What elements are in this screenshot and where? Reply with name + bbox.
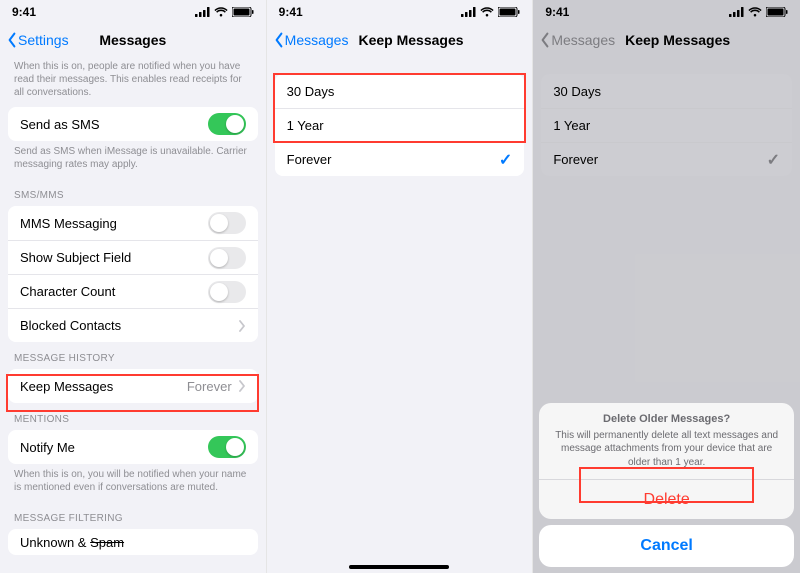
cellular-icon bbox=[195, 7, 210, 17]
blocked-contacts-row[interactable]: Blocked Contacts bbox=[8, 308, 258, 342]
nav-title: Keep Messages bbox=[358, 32, 463, 48]
notify-me-switch[interactable] bbox=[208, 436, 246, 458]
message-filtering-header: MESSAGE FILTERING bbox=[0, 502, 266, 529]
option-1-year[interactable]: 1 Year bbox=[275, 108, 525, 142]
sheet-title: Delete Older Messages? bbox=[553, 413, 780, 425]
checkmark-icon: ✓ bbox=[499, 150, 512, 170]
status-indicators bbox=[195, 7, 254, 17]
send-as-sms-note: Send as SMS when iMessage is unavailable… bbox=[0, 141, 266, 179]
chevron-left-icon bbox=[273, 32, 285, 48]
mentions-header: MENTIONS bbox=[0, 403, 266, 430]
option-1-year: 1 Year bbox=[541, 108, 792, 142]
character-count-label: Character Count bbox=[20, 284, 115, 299]
cancel-label: Cancel bbox=[640, 537, 692, 555]
screen-delete-confirm: 9:41 Messages Keep Messages 30 Days 1 Ye… bbox=[533, 0, 800, 573]
read-receipts-note: When this is on, people are notified whe… bbox=[0, 56, 266, 107]
cancel-button[interactable]: Cancel bbox=[539, 525, 794, 567]
cellular-icon bbox=[729, 7, 744, 17]
delete-label: Delete bbox=[644, 491, 690, 509]
status-indicators bbox=[729, 7, 788, 17]
option-forever-label: Forever bbox=[553, 152, 598, 167]
send-sms-group: Send as SMS bbox=[8, 107, 258, 141]
nav-title: Messages bbox=[99, 32, 166, 48]
back-button[interactable]: Settings bbox=[6, 32, 69, 48]
home-indicator bbox=[349, 565, 449, 569]
unknown-spam-row[interactable]: Unknown & Spam bbox=[8, 529, 258, 555]
checkmark-icon: ✓ bbox=[767, 150, 780, 170]
action-sheet: Delete Older Messages? This will permane… bbox=[533, 397, 800, 573]
character-count-row[interactable]: Character Count bbox=[8, 274, 258, 308]
option-30-days-label: 30 Days bbox=[287, 84, 335, 99]
notify-me-label: Notify Me bbox=[20, 440, 75, 455]
status-bar: 9:41 bbox=[0, 0, 266, 24]
back-button: Messages bbox=[539, 32, 615, 48]
back-label: Messages bbox=[551, 32, 615, 48]
option-forever-label: Forever bbox=[287, 152, 332, 167]
mms-messaging-switch[interactable] bbox=[208, 212, 246, 234]
sms-mms-header: SMS/MMS bbox=[0, 179, 266, 206]
action-sheet-panel: Delete Older Messages? This will permane… bbox=[539, 403, 794, 520]
send-as-sms-label: Send as SMS bbox=[20, 117, 100, 132]
status-bar: 9:41 bbox=[533, 0, 800, 24]
chevron-right-icon bbox=[238, 320, 246, 332]
option-30-days[interactable]: 30 Days bbox=[275, 74, 525, 108]
notify-me-note: When this is on, you will be notified wh… bbox=[0, 464, 266, 502]
keep-messages-row[interactable]: Keep Messages Forever bbox=[8, 369, 258, 403]
chevron-right-icon bbox=[238, 380, 246, 392]
chevron-left-icon bbox=[6, 32, 18, 48]
status-time: 9:41 bbox=[12, 5, 36, 19]
keep-messages-value: Forever bbox=[187, 379, 232, 394]
battery-icon bbox=[498, 7, 520, 17]
send-as-sms-row[interactable]: Send as SMS bbox=[8, 107, 258, 141]
sms-mms-group: MMS Messaging Show Subject Field Charact… bbox=[8, 206, 258, 342]
back-label: Messages bbox=[285, 32, 349, 48]
nav-bar: Messages Keep Messages bbox=[533, 24, 800, 56]
option-forever[interactable]: Forever ✓ bbox=[275, 142, 525, 176]
wifi-icon bbox=[480, 7, 494, 17]
status-bar: 9:41 bbox=[267, 0, 533, 24]
option-30-days-label: 30 Days bbox=[553, 84, 601, 99]
show-subject-label: Show Subject Field bbox=[20, 250, 131, 265]
screen-keep-messages: 9:41 Messages Keep Messages 30 Days 1 Ye… bbox=[267, 0, 534, 573]
sheet-message: This will permanently delete all text me… bbox=[553, 429, 780, 470]
character-count-switch[interactable] bbox=[208, 281, 246, 303]
unknown-spam-label: Unknown & Spam bbox=[20, 535, 124, 550]
option-30-days: 30 Days bbox=[541, 74, 792, 108]
message-filtering-group: Unknown & Spam bbox=[8, 529, 258, 555]
blocked-contacts-label: Blocked Contacts bbox=[20, 318, 121, 333]
keep-options-group: 30 Days 1 Year Forever ✓ bbox=[541, 74, 792, 176]
status-time: 9:41 bbox=[545, 5, 569, 19]
back-label: Settings bbox=[18, 32, 69, 48]
keep-options-group: 30 Days 1 Year Forever ✓ bbox=[275, 74, 525, 176]
battery-icon bbox=[232, 7, 254, 17]
screen-messages-settings: 9:41 Settings Messages When this is on, … bbox=[0, 0, 267, 573]
status-indicators bbox=[461, 7, 520, 17]
show-subject-row[interactable]: Show Subject Field bbox=[8, 240, 258, 274]
cellular-icon bbox=[461, 7, 476, 17]
chevron-left-icon bbox=[539, 32, 551, 48]
status-time: 9:41 bbox=[279, 5, 303, 19]
delete-button[interactable]: Delete bbox=[539, 479, 794, 519]
nav-bar: Messages Keep Messages bbox=[267, 24, 533, 56]
nav-bar: Settings Messages bbox=[0, 24, 266, 56]
show-subject-switch[interactable] bbox=[208, 247, 246, 269]
send-as-sms-switch[interactable] bbox=[208, 113, 246, 135]
message-history-header: MESSAGE HISTORY bbox=[0, 342, 266, 369]
notify-me-row[interactable]: Notify Me bbox=[8, 430, 258, 464]
mentions-group: Notify Me bbox=[8, 430, 258, 464]
option-1-year-label: 1 Year bbox=[287, 118, 324, 133]
option-1-year-label: 1 Year bbox=[553, 118, 590, 133]
mms-messaging-label: MMS Messaging bbox=[20, 216, 117, 231]
keep-messages-label: Keep Messages bbox=[20, 379, 113, 394]
battery-icon bbox=[766, 7, 788, 17]
option-forever: Forever ✓ bbox=[541, 142, 792, 176]
wifi-icon bbox=[748, 7, 762, 17]
back-button[interactable]: Messages bbox=[273, 32, 349, 48]
message-history-group: Keep Messages Forever bbox=[8, 369, 258, 403]
mms-messaging-row[interactable]: MMS Messaging bbox=[8, 206, 258, 240]
wifi-icon bbox=[214, 7, 228, 17]
nav-title: Keep Messages bbox=[625, 32, 730, 48]
